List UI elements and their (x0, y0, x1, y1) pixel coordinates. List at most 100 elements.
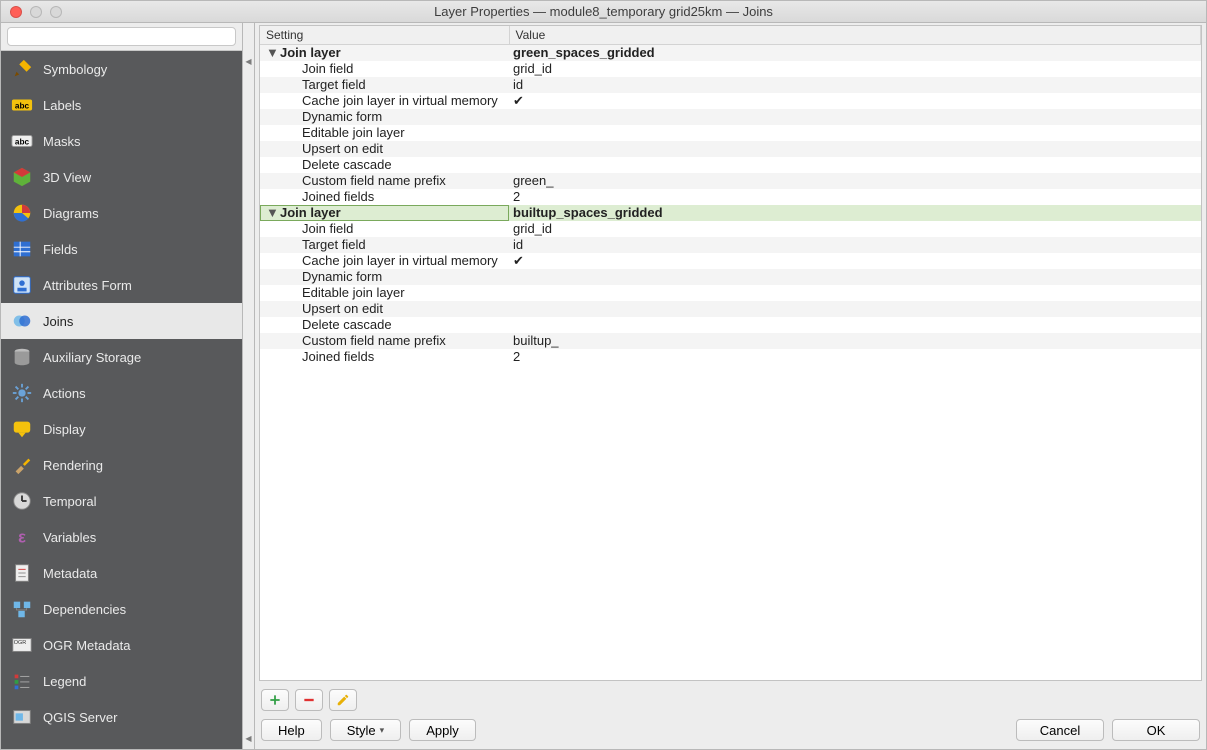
ok-button[interactable]: OK (1112, 719, 1200, 741)
add-join-button[interactable] (261, 689, 289, 711)
window-title: Layer Properties — module8_temporary gri… (1, 4, 1206, 19)
help-button[interactable]: Help (261, 719, 322, 741)
chevron-down-icon: ▾ (380, 725, 385, 736)
value-cell (509, 157, 1201, 173)
sidebar-item-label: Masks (43, 134, 81, 149)
form-icon (11, 274, 33, 296)
value-cell: grid_id (509, 221, 1201, 237)
joins-tree[interactable]: Setting Value ▼Join layergreen_spaces_gr… (260, 26, 1201, 365)
sidebar-item-label: 3D View (43, 170, 91, 185)
remove-join-button[interactable] (295, 689, 323, 711)
apply-button[interactable]: Apply (409, 719, 476, 741)
join-property-row[interactable]: Custom field name prefixbuiltup_ (260, 333, 1201, 349)
value-cell (509, 125, 1201, 141)
sidebar-item-masks[interactable]: abc Masks (1, 123, 242, 159)
setting-label: Dynamic form (260, 269, 509, 285)
sidebar-item-label: Display (43, 422, 86, 437)
expand-toggle-icon[interactable]: ▼ (266, 205, 278, 220)
plus-icon (268, 693, 282, 707)
sidebar-item-3d-view[interactable]: 3D View (1, 159, 242, 195)
sidebar-item-label: QGIS Server (43, 710, 117, 725)
sidebar-item-label: Dependencies (43, 602, 126, 617)
setting-label: Upsert on edit (260, 141, 509, 157)
sidebar-item-display[interactable]: Display (1, 411, 242, 447)
sidebar-item-labels[interactable]: abcLabels (1, 87, 242, 123)
sidebar-item-ogr-metadata[interactable]: OGROGR Metadata (1, 627, 242, 663)
paintbrush-icon (11, 58, 33, 80)
join-layer-row[interactable]: ▼Join layergreen_spaces_gridded (260, 45, 1201, 61)
join-property-row[interactable]: Dynamic form (260, 269, 1201, 285)
sidebar-item-auxiliary-storage[interactable]: Auxiliary Storage (1, 339, 242, 375)
value-cell (509, 269, 1201, 285)
join-property-row[interactable]: Target fieldid (260, 237, 1201, 253)
sidebar-item-label: Temporal (43, 494, 96, 509)
sidebar-item-joins[interactable]: Joins (1, 303, 242, 339)
sidebar-item-legend[interactable]: Legend (1, 663, 242, 699)
expand-toggle-icon[interactable]: ▼ (266, 45, 278, 60)
setting-label: Target field (260, 77, 509, 93)
sidebar-item-label: Auxiliary Storage (43, 350, 141, 365)
gear-icon (11, 382, 33, 404)
search-input[interactable] (7, 27, 236, 46)
sidebar-item-label: Labels (43, 98, 81, 113)
column-setting[interactable]: Setting (260, 26, 509, 45)
search-wrap (1, 23, 242, 51)
sidebar-item-attributes-form[interactable]: Attributes Form (1, 267, 242, 303)
setting-label: Joined fields (260, 349, 509, 365)
join-property-row[interactable]: Editable join layer (260, 285, 1201, 301)
setting-label: Cache join layer in virtual memory (260, 253, 509, 269)
sidebar-item-label: Actions (43, 386, 86, 401)
setting-label: Cache join layer in virtual memory (260, 93, 509, 109)
sidebar-nav: SymbologyabcLabels abc Masks 3D View Diagram… (1, 51, 242, 749)
sidebar-item-fields[interactable]: Fields (1, 231, 242, 267)
sidebar-item-metadata[interactable]: Metadata (1, 555, 242, 591)
splitter[interactable] (242, 23, 255, 749)
join-property-row[interactable]: Joined fields2 (260, 189, 1201, 205)
join-property-row[interactable]: Join fieldgrid_id (260, 221, 1201, 237)
setting-label: Custom field name prefix (260, 173, 509, 189)
join-property-row[interactable]: Joined fields2 (260, 349, 1201, 365)
svg-text:OGR: OGR (14, 640, 27, 646)
dialog-buttons: Help Style▾ Apply Cancel OK (255, 715, 1206, 749)
sidebar-item-qgis-server[interactable]: QGIS Server (1, 699, 242, 735)
join-property-row[interactable]: Dynamic form (260, 109, 1201, 125)
legend-icon (11, 670, 33, 692)
sidebar-item-temporal[interactable]: Temporal (1, 483, 242, 519)
abc-white-icon: abc (11, 130, 33, 152)
minus-icon (302, 693, 316, 707)
join-property-row[interactable]: Cache join layer in virtual memory✔ (260, 93, 1201, 109)
edit-join-button[interactable] (329, 689, 357, 711)
value-cell (509, 301, 1201, 317)
joins-toolbar (255, 685, 1206, 715)
sidebar-item-variables[interactable]: εVariables (1, 519, 242, 555)
sidebar-item-rendering[interactable]: Rendering (1, 447, 242, 483)
sidebar-item-label: Legend (43, 674, 86, 689)
join-property-row[interactable]: Cache join layer in virtual memory✔ (260, 253, 1201, 269)
join-property-row[interactable]: Upsert on edit (260, 301, 1201, 317)
value-cell: green_ (509, 173, 1201, 189)
sidebar-item-label: Attributes Form (43, 278, 132, 293)
piechart-icon (11, 202, 33, 224)
join-property-row[interactable]: Editable join layer (260, 125, 1201, 141)
sidebar-item-diagrams[interactable]: Diagrams (1, 195, 242, 231)
value-cell (509, 285, 1201, 301)
join-property-row[interactable]: Upsert on edit (260, 141, 1201, 157)
cancel-button[interactable]: Cancel (1016, 719, 1104, 741)
zoom-window-button[interactable] (50, 6, 62, 18)
join-property-row[interactable]: Delete cascade (260, 157, 1201, 173)
svg-text:abc: abc (15, 138, 30, 147)
sidebar-item-actions[interactable]: Actions (1, 375, 242, 411)
join-property-row[interactable]: Target fieldid (260, 77, 1201, 93)
close-window-button[interactable] (10, 6, 22, 18)
join-layer-row[interactable]: ▼Join layerbuiltup_spaces_gridded (260, 205, 1201, 221)
join-property-row[interactable]: Delete cascade (260, 317, 1201, 333)
style-button[interactable]: Style▾ (330, 719, 401, 741)
sidebar-item-symbology[interactable]: Symbology (1, 51, 242, 87)
join-property-row[interactable]: Custom field name prefixgreen_ (260, 173, 1201, 189)
sidebar-item-label: Rendering (43, 458, 103, 473)
value-cell (509, 317, 1201, 333)
minimize-window-button[interactable] (30, 6, 42, 18)
join-property-row[interactable]: Join fieldgrid_id (260, 61, 1201, 77)
sidebar-item-dependencies[interactable]: Dependencies (1, 591, 242, 627)
column-value[interactable]: Value (509, 26, 1201, 45)
